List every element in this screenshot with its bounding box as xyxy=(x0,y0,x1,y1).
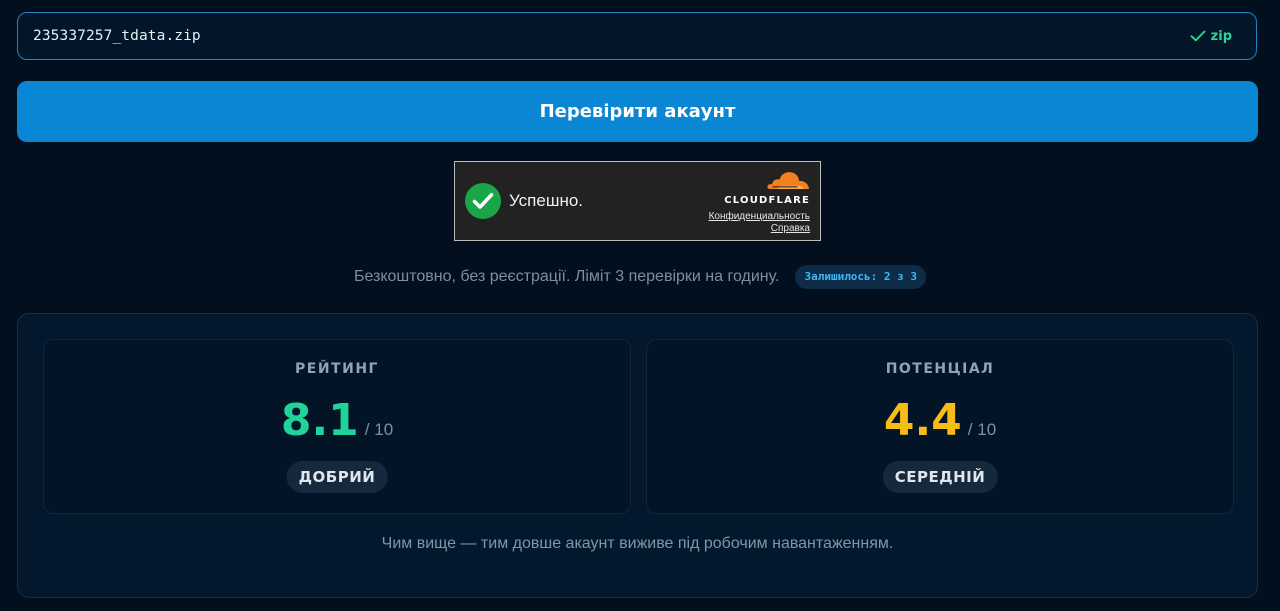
success-check-icon xyxy=(465,183,501,219)
cloudflare-cloud-icon xyxy=(766,170,810,195)
remaining-checks-badge: Залишилось: 2 з 3 xyxy=(795,265,927,289)
file-name: 235337257_tdata.zip xyxy=(33,28,201,44)
rating-label-badge: ДОБРИЙ xyxy=(286,461,388,493)
cloudflare-turnstile-widget: Успешно. CLOUDFLARE Конфиденциальность С… xyxy=(454,161,821,241)
rating-value: 8.1 xyxy=(280,395,359,446)
rating-score: 8.1 / 10 xyxy=(44,394,630,448)
limit-info: Безкоштовно, без реєстрації. Ліміт 3 пер… xyxy=(0,264,1280,290)
limit-info-text: Безкоштовно, без реєстрації. Ліміт 3 пер… xyxy=(353,268,780,285)
turnstile-status: Успешно. xyxy=(509,191,584,210)
file-status: zip xyxy=(1190,29,1232,44)
results-note: Чим вище — тим довше акаунт виживе під р… xyxy=(381,535,894,552)
rating-max: / 10 xyxy=(364,420,394,439)
cloudflare-wordmark: CLOUDFLARE xyxy=(724,195,810,206)
potential-value: 4.4 xyxy=(883,395,962,446)
check-icon xyxy=(1190,30,1206,42)
potential-title: ПОТЕНЦІАЛ xyxy=(885,361,995,377)
cloudflare-branding: CLOUDFLARE Конфиденциальность Справка xyxy=(709,170,810,235)
cloudflare-logo[interactable]: CLOUDFLARE xyxy=(724,170,810,206)
file-input-field[interactable]: 235337257_tdata.zip zip xyxy=(17,12,1257,60)
potential-max: / 10 xyxy=(967,420,997,439)
rating-title: РЕЙТИНГ xyxy=(295,361,379,377)
check-account-button[interactable]: Перевірити акаунт xyxy=(17,81,1258,142)
results-panel: РЕЙТИНГ 8.1 / 10 ДОБРИЙ ПОТЕНЦІАЛ 4.4 / … xyxy=(17,313,1258,598)
privacy-link[interactable]: Конфиденциальность xyxy=(709,211,810,223)
potential-label-badge: СЕРЕДНІЙ xyxy=(882,461,998,493)
rating-card: РЕЙТИНГ 8.1 / 10 ДОБРИЙ xyxy=(43,339,631,514)
file-extension: zip xyxy=(1210,28,1232,44)
help-link[interactable]: Справка xyxy=(771,223,810,235)
potential-score: 4.4 / 10 xyxy=(647,394,1233,448)
potential-card: ПОТЕНЦІАЛ 4.4 / 10 СЕРЕДНІЙ xyxy=(646,339,1234,514)
